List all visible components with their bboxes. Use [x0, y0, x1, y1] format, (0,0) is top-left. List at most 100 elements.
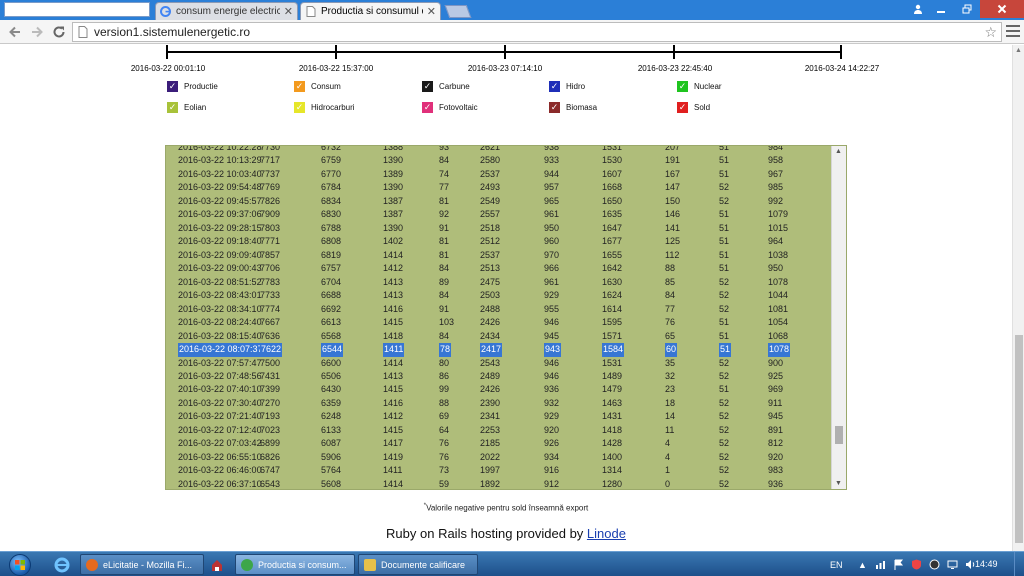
table-row[interactable]: 2016-03-22 08:15:40 7636 6568 1418 84 2434 945… [166, 330, 832, 343]
internet-explorer-icon[interactable] [52, 555, 72, 574]
legend-biomasa[interactable]: ✓ Biomasa [549, 102, 597, 113]
table-scrollbar[interactable]: ▲ ▼ [831, 146, 846, 489]
shield-icon[interactable] [911, 559, 923, 571]
address-bar[interactable]: version1.sistemulenergetic.ro ☆ [72, 22, 1002, 42]
task-firefox[interactable]: eLicitatie - Mozilla Fi... [80, 554, 204, 575]
table-row[interactable]: 2016-03-22 09:54:48 7769 6784 1390 77 2493 957… [166, 181, 832, 194]
app-icon[interactable] [207, 555, 227, 574]
table-cell-value: 7023 [260, 424, 281, 435]
legend-label: Consum [311, 82, 341, 91]
table-row[interactable]: 2016-03-22 06:55:10 6826 5906 1419 76 2022 934… [166, 451, 832, 464]
checkbox-checked-icon[interactable]: ✓ [677, 81, 688, 92]
table-row[interactable]: 2016-03-22 09:00:43 7706 6757 1412 84 2513 966… [166, 262, 832, 275]
table-row[interactable]: 2016-03-22 09:28:15 7803 6788 1390 91 2518 950… [166, 222, 832, 235]
table-cell-value: 84 [439, 263, 450, 274]
start-button[interactable] [4, 552, 36, 576]
new-tab-button[interactable] [444, 5, 472, 18]
legend-eolian[interactable]: ✓ Eolian [167, 102, 206, 113]
scroll-up-icon[interactable]: ▲ [1015, 47, 1022, 54]
task-label: eLicitatie - Mozilla Fi... [103, 559, 193, 570]
restore-button[interactable] [954, 0, 980, 18]
table-cell-value: 2489 [480, 370, 501, 381]
table-row[interactable]: 2016-03-22 08:34:10 7774 6692 1416 91 2488 955… [166, 303, 832, 316]
legend-sold[interactable]: ✓ Sold [677, 102, 710, 113]
tab-consum-energie[interactable]: consum energie electrica ✕ [155, 2, 298, 20]
table-cell-value: 51 [719, 317, 730, 328]
table-row[interactable]: 2016-03-22 10:03:40 7737 6770 1389 74 2537 944… [166, 168, 832, 181]
task-chrome[interactable]: Productia si consum... [235, 554, 355, 575]
table-row[interactable]: 2016-03-22 09:18:40 7771 6808 1402 81 2512 960… [166, 235, 832, 248]
timeline-tick-label: 2016-03-22 15:37:00 [298, 64, 374, 73]
url-text[interactable]: version1.sistemulenergetic.ro [94, 25, 250, 39]
tab-productia[interactable]: Productia si consumul de ✕ [300, 2, 441, 20]
table-row[interactable]: 2016-03-22 09:45:57 7826 6834 1387 81 2549 965… [166, 195, 832, 208]
scroll-down-icon[interactable]: ▼ [835, 480, 842, 487]
table-row[interactable]: 2016-03-22 10:13:29 7717 6759 1390 84 2580 933… [166, 154, 832, 167]
language-indicator[interactable]: EN [830, 560, 843, 570]
legend-fotovoltaic[interactable]: ✓ Fotovoltaic [422, 102, 478, 113]
clock[interactable]: 14:49 [975, 559, 998, 569]
close-icon[interactable]: ✕ [284, 5, 293, 18]
table-row[interactable]: 2016-03-22 07:03:42 6899 6087 1417 76 2185 926… [166, 437, 832, 450]
show-desktop-button[interactable] [1014, 552, 1024, 576]
table-row[interactable]: 2016-03-22 08:51:52 7783 6704 1413 89 2475 961… [166, 276, 832, 289]
table-row[interactable]: 2016-03-22 08:43:01 7733 6688 1413 84 2503 929… [166, 289, 832, 302]
table-row[interactable]: 2016-03-22 09:37:06 7909 6830 1387 92 2557 961… [166, 208, 832, 221]
table-cell-timestamp: 2016-03-22 08:15:40 [178, 330, 262, 341]
table-row[interactable]: 2016-03-22 07:21:40 7193 6248 1412 69 2341 929… [166, 410, 832, 423]
table-row[interactable]: 2016-03-22 07:48:56 7431 6506 1413 86 2489 946… [166, 370, 832, 383]
minimize-button[interactable] [928, 0, 954, 18]
checkbox-checked-icon[interactable]: ✓ [677, 102, 688, 113]
app-tray-icon[interactable] [929, 559, 941, 571]
monitor-icon[interactable] [947, 559, 959, 571]
legend-hidro[interactable]: ✓ Hidro [549, 81, 585, 92]
checkbox-checked-icon[interactable]: ✓ [549, 81, 560, 92]
network-icon[interactable] [875, 559, 887, 571]
task-explorer[interactable]: Documente calificare [358, 554, 478, 575]
table-row[interactable]: 2016-03-22 08:24:40 7667 6613 1415 103 2426 94… [166, 316, 832, 329]
table-row[interactable]: 2016-03-22 07:40:10 7399 6430 1415 99 2426 936… [166, 383, 832, 396]
page-viewport: 2016-03-22 00:01:10 2016-03-22 15:37:00 … [0, 45, 1012, 551]
checkbox-checked-icon[interactable]: ✓ [422, 81, 433, 92]
checkbox-checked-icon[interactable]: ✓ [294, 102, 305, 113]
checkbox-checked-icon[interactable]: ✓ [167, 102, 178, 113]
page-scrollbar[interactable]: ▲ [1012, 45, 1024, 551]
reload-button[interactable] [50, 23, 68, 41]
legend-hidrocarburi[interactable]: ✓ Hidrocarburi [294, 102, 355, 113]
star-icon[interactable]: ☆ [984, 24, 997, 41]
legend-consum[interactable]: ✓ Consum [294, 81, 341, 92]
forward-button[interactable] [28, 23, 46, 41]
chevron-up-icon[interactable]: ▲ [857, 559, 869, 571]
scrollbar-thumb[interactable] [835, 426, 843, 444]
linode-link[interactable]: Linode [587, 526, 626, 541]
legend-productie[interactable]: ✓ Productie [167, 81, 218, 92]
table-row[interactable]: 2016-03-22 07:57:47 7500 6600 1414 80 2543 946… [166, 357, 832, 370]
checkbox-checked-icon[interactable]: ✓ [294, 81, 305, 92]
table-row[interactable]: 2016-03-22 10:22:28 7730 6732 1388 93 2621 938… [166, 146, 832, 154]
legend-nuclear[interactable]: ✓ Nuclear [677, 81, 722, 92]
scrollbar-thumb[interactable] [1015, 335, 1023, 543]
table-row[interactable]: 2016-03-22 06:46:00 6747 5764 1411 73 1997 916… [166, 464, 832, 477]
table-row[interactable]: 2016-03-22 06:37:10 6543 5608 1414 59 1892 912… [166, 478, 832, 489]
table-cell-value: 1479 [602, 384, 623, 395]
table-cell-value: 99 [439, 384, 450, 395]
table-cell-value: 1642 [602, 263, 623, 274]
legend-carbune[interactable]: ✓ Carbune [422, 81, 470, 92]
table-row[interactable]: 2016-03-22 09:09:40 7857 6819 1414 81 2537 970… [166, 249, 832, 262]
flag-icon[interactable] [893, 559, 905, 571]
close-icon[interactable]: ✕ [427, 5, 436, 18]
checkbox-checked-icon[interactable]: ✓ [422, 102, 433, 113]
window-close-button[interactable] [980, 0, 1024, 18]
menu-icon[interactable] [1006, 24, 1020, 38]
table-row-selected[interactable]: 2016-03-22 08:07:37 7622 6544 1411 78 2417 943… [166, 343, 832, 357]
user-icon[interactable] [908, 0, 928, 18]
table-row[interactable]: 2016-03-22 07:30:40 7270 6359 1416 88 2390 932… [166, 397, 832, 410]
table-row[interactable]: 2016-03-22 07:12:40 7023 6133 1415 64 2253 920… [166, 424, 832, 437]
page-icon [305, 6, 316, 17]
back-button[interactable] [6, 23, 24, 41]
checkbox-checked-icon[interactable]: ✓ [549, 102, 560, 113]
scroll-up-icon[interactable]: ▲ [835, 148, 842, 155]
table-cell-value: 6692 [321, 303, 342, 314]
table-cell-timestamp: 2016-03-22 08:07:37 [178, 343, 264, 357]
checkbox-checked-icon[interactable]: ✓ [167, 81, 178, 92]
